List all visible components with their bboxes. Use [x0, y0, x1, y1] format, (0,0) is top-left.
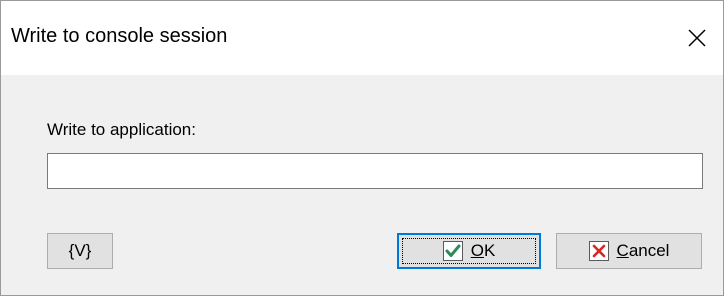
close-button[interactable]: [671, 1, 723, 75]
write-to-application-label: Write to application:: [47, 120, 196, 139]
close-icon: [687, 28, 707, 48]
check-icon: [442, 241, 463, 261]
window-title: Write to console session: [11, 25, 228, 47]
write-to-application-input[interactable]: [47, 153, 703, 189]
dialog-body: Write to application: {V} OK Cancel: [1, 75, 723, 295]
cancel-button[interactable]: Cancel: [556, 233, 702, 269]
cancel-x-icon: [588, 241, 609, 261]
ok-button[interactable]: OK: [397, 233, 541, 269]
ok-label-rest: K: [483, 241, 496, 260]
cancel-label-mnemonic: C: [616, 241, 629, 260]
dialog-window: Write to console session Write to applic…: [0, 0, 724, 296]
ok-button-label: OK: [471, 241, 496, 261]
title-bar: Write to console session: [1, 1, 723, 75]
cancel-label-rest: ancel: [628, 241, 670, 260]
ok-label-mnemonic: O: [470, 241, 484, 260]
variables-button-label: {V}: [68, 241, 92, 260]
cancel-button-label: Cancel: [617, 241, 670, 261]
variables-button[interactable]: {V}: [47, 233, 113, 269]
